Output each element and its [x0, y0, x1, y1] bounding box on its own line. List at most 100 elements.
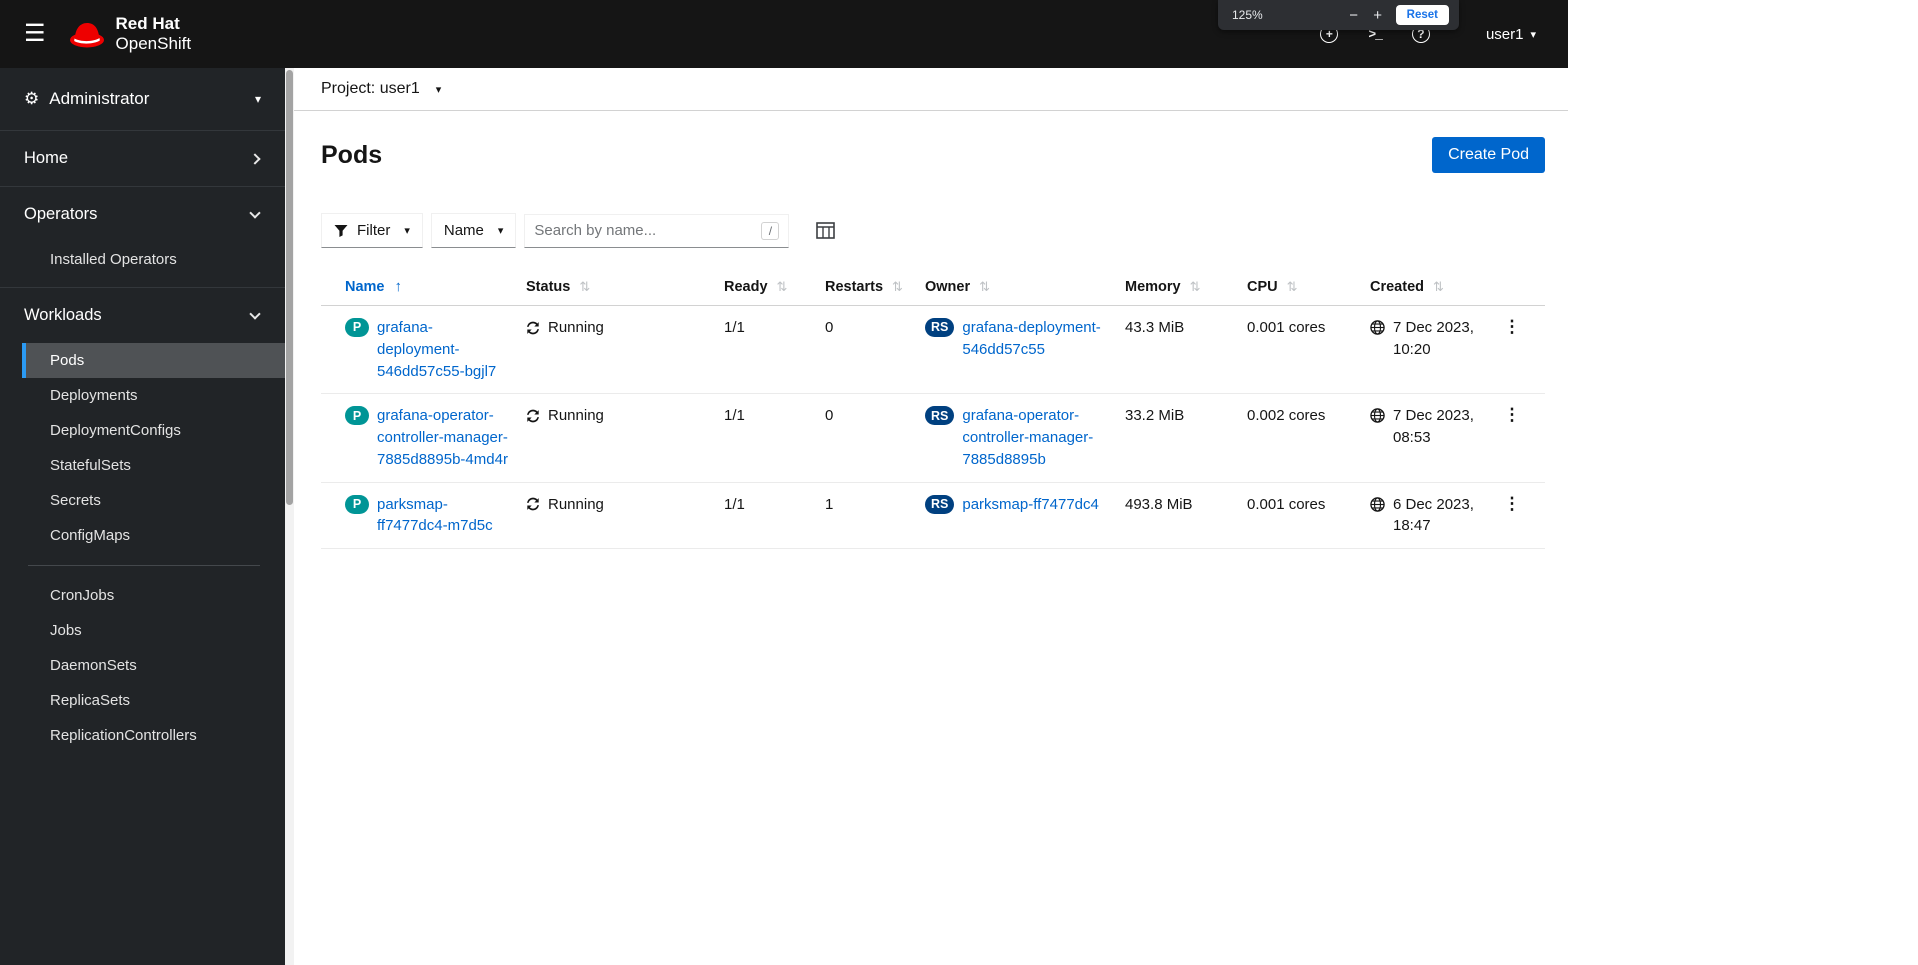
- sort-icon: ⇅: [1189, 278, 1201, 294]
- column-header-name[interactable]: Name ↑: [321, 270, 526, 306]
- replicaset-badge: RS: [925, 406, 955, 426]
- filter-dropdown[interactable]: Filter ▾: [321, 213, 423, 248]
- globe-icon: [1370, 496, 1385, 512]
- memory-value: 493.8 MiB: [1125, 482, 1247, 549]
- column-header-memory[interactable]: Memory ⇅: [1125, 270, 1247, 306]
- kebab-menu-button[interactable]: ⋮: [1496, 317, 1529, 337]
- brand-line2: OpenShift: [115, 34, 192, 53]
- hamburger-menu-icon[interactable]: ☰: [0, 0, 68, 68]
- kebab-menu-button[interactable]: ⋮: [1496, 405, 1529, 425]
- keyboard-shortcut-hint: /: [761, 221, 780, 240]
- owner-link[interactable]: parksmap-ff7477dc4: [962, 494, 1098, 516]
- workloads-subnav: Pods Deployments DeploymentConfigs State…: [0, 343, 285, 763]
- column-header-restarts[interactable]: Restarts ⇅: [825, 270, 925, 306]
- sidebar-item-statefulsets[interactable]: StatefulSets: [22, 448, 285, 483]
- sidebar-item-installed-operators[interactable]: Installed Operators: [22, 242, 285, 277]
- sidebar-scrollbar[interactable]: [285, 68, 294, 965]
- memory-value: 43.3 MiB: [1125, 305, 1247, 395]
- replicaset-badge: RS: [925, 494, 955, 514]
- column-header-ready[interactable]: Ready ⇅: [724, 270, 825, 306]
- zoom-out-button[interactable]: −: [1342, 7, 1366, 24]
- filter-dropdown-label: Filter: [357, 222, 391, 239]
- chevron-right-icon: [249, 152, 261, 165]
- user-menu-label: user1: [1485, 25, 1524, 43]
- caret-down-icon: ▾: [497, 225, 504, 237]
- red-hat-fedora-icon: [69, 22, 104, 47]
- caret-down-icon: ▾: [1530, 28, 1536, 41]
- column-header-cpu[interactable]: CPU ⇅: [1247, 270, 1370, 306]
- status-text: Running: [548, 407, 604, 425]
- filter-toolbar: Filter ▾ Name ▾ /: [321, 213, 1545, 248]
- ready-value: 1/1: [724, 393, 825, 483]
- chevron-down-icon: [249, 206, 261, 219]
- running-sync-icon: [527, 409, 539, 423]
- project-selector[interactable]: Project: user1: [321, 80, 420, 98]
- search-input[interactable]: [534, 222, 762, 239]
- sidebar-item-replicationcontrollers[interactable]: ReplicationControllers: [22, 718, 285, 753]
- user-menu[interactable]: user1 ▾: [1486, 26, 1536, 43]
- brand-logo[interactable]: Red Hat OpenShift: [68, 14, 192, 54]
- page-title: Pods: [321, 140, 383, 169]
- sidebar-item-replicasets[interactable]: ReplicaSets: [22, 683, 285, 718]
- caret-down-icon[interactable]: ▾: [436, 83, 442, 96]
- sort-icon: ⇅: [579, 278, 591, 294]
- filter-attribute-dropdown[interactable]: Name ▾: [430, 213, 517, 248]
- pod-name-link[interactable]: grafana-operator-controller-manager-7885…: [377, 405, 510, 470]
- sidebar-item-operators[interactable]: Operators: [0, 187, 285, 242]
- sort-ascending-icon: ↑: [394, 278, 403, 295]
- column-header-owner[interactable]: Owner ⇅: [925, 270, 1125, 306]
- pods-table: Name ↑ Status ⇅ Ready ⇅ Restarts ⇅ Owner ⇅: [321, 270, 1545, 549]
- owner-link[interactable]: grafana-deployment-546dd57c55: [962, 317, 1109, 361]
- sidebar-item-daemonsets[interactable]: DaemonSets: [22, 648, 285, 683]
- main-content: Project: user1 ▾ Pods Create Pod Filter …: [294, 68, 1568, 965]
- sidebar-item-label: Workloads: [24, 306, 102, 324]
- sidebar-item-deploymentconfigs[interactable]: DeploymentConfigs: [22, 413, 285, 448]
- zoom-reset-button[interactable]: Reset: [1395, 5, 1449, 25]
- globe-icon: [1370, 408, 1385, 423]
- sidebar-item-deployments[interactable]: Deployments: [22, 378, 285, 413]
- table-header-row: Name ↑ Status ⇅ Ready ⇅ Restarts ⇅ Owner ⇅: [321, 270, 1545, 306]
- cpu-value: 0.001 cores: [1247, 482, 1370, 549]
- sidebar-item-secrets[interactable]: Secrets: [22, 483, 285, 518]
- sort-icon: ⇅: [1286, 278, 1298, 294]
- project-bar: Project: user1 ▾: [294, 68, 1568, 111]
- zoom-in-button[interactable]: +: [1366, 7, 1390, 24]
- sort-icon: ⇅: [776, 278, 788, 294]
- operators-subnav: Installed Operators: [0, 242, 285, 288]
- column-header-created[interactable]: Created ⇅: [1370, 270, 1495, 306]
- table-row: P parksmap-ff7477dc4-m7d5c Running 1/1 1: [321, 482, 1545, 549]
- caret-down-icon: ▾: [254, 92, 261, 106]
- memory-value: 33.2 MiB: [1125, 393, 1247, 483]
- sidebar-item-workloads[interactable]: Workloads: [0, 288, 285, 343]
- kebab-menu-button[interactable]: ⋮: [1496, 494, 1529, 514]
- column-header-actions: [1495, 270, 1545, 306]
- gear-icon: ⚙: [24, 89, 40, 108]
- sidebar-item-configmaps[interactable]: ConfigMaps: [22, 518, 285, 553]
- create-pod-button[interactable]: Create Pod: [1432, 137, 1545, 173]
- table-row: P grafana-operator-controller-manager-78…: [321, 393, 1545, 483]
- caret-down-icon: ▾: [404, 225, 410, 237]
- perspective-label: Administrator: [49, 89, 150, 108]
- pod-name-link[interactable]: parksmap-ff7477dc4-m7d5c: [377, 494, 510, 538]
- created-timestamp: 7 Dec 2023, 10:20: [1393, 319, 1474, 358]
- ready-value: 1/1: [724, 305, 825, 395]
- sidebar-item-cronjobs[interactable]: CronJobs: [22, 578, 285, 613]
- created-timestamp: 7 Dec 2023, 08:53: [1393, 407, 1474, 446]
- running-sync-icon: [527, 321, 539, 335]
- owner-link[interactable]: grafana-operator-controller-manager-7885…: [962, 405, 1109, 470]
- sidebar-item-jobs[interactable]: Jobs: [22, 613, 285, 648]
- pod-name-link[interactable]: grafana-deployment-546dd57c55-bgjl7: [377, 317, 510, 382]
- sidebar-item-home[interactable]: Home: [0, 131, 285, 187]
- page-header: Pods Create Pod: [294, 111, 1568, 173]
- running-sync-icon: [527, 498, 539, 511]
- browser-window: ☰ Red Hat OpenShift + >_ ? user1 ▾ 125% …: [0, 0, 1568, 965]
- sidebar-item-pods[interactable]: Pods: [22, 343, 285, 378]
- status-text: Running: [548, 495, 604, 513]
- filter-funnel-icon: [334, 224, 348, 237]
- status-text: Running: [548, 319, 604, 336]
- perspective-switcher[interactable]: ⚙ Administrator ▾: [0, 68, 285, 131]
- scrollbar-thumb[interactable]: [286, 70, 293, 505]
- browser-zoom-popup: 125% − + Reset: [1218, 0, 1459, 30]
- column-header-status[interactable]: Status ⇅: [526, 270, 724, 306]
- manage-columns-button[interactable]: [816, 222, 836, 239]
